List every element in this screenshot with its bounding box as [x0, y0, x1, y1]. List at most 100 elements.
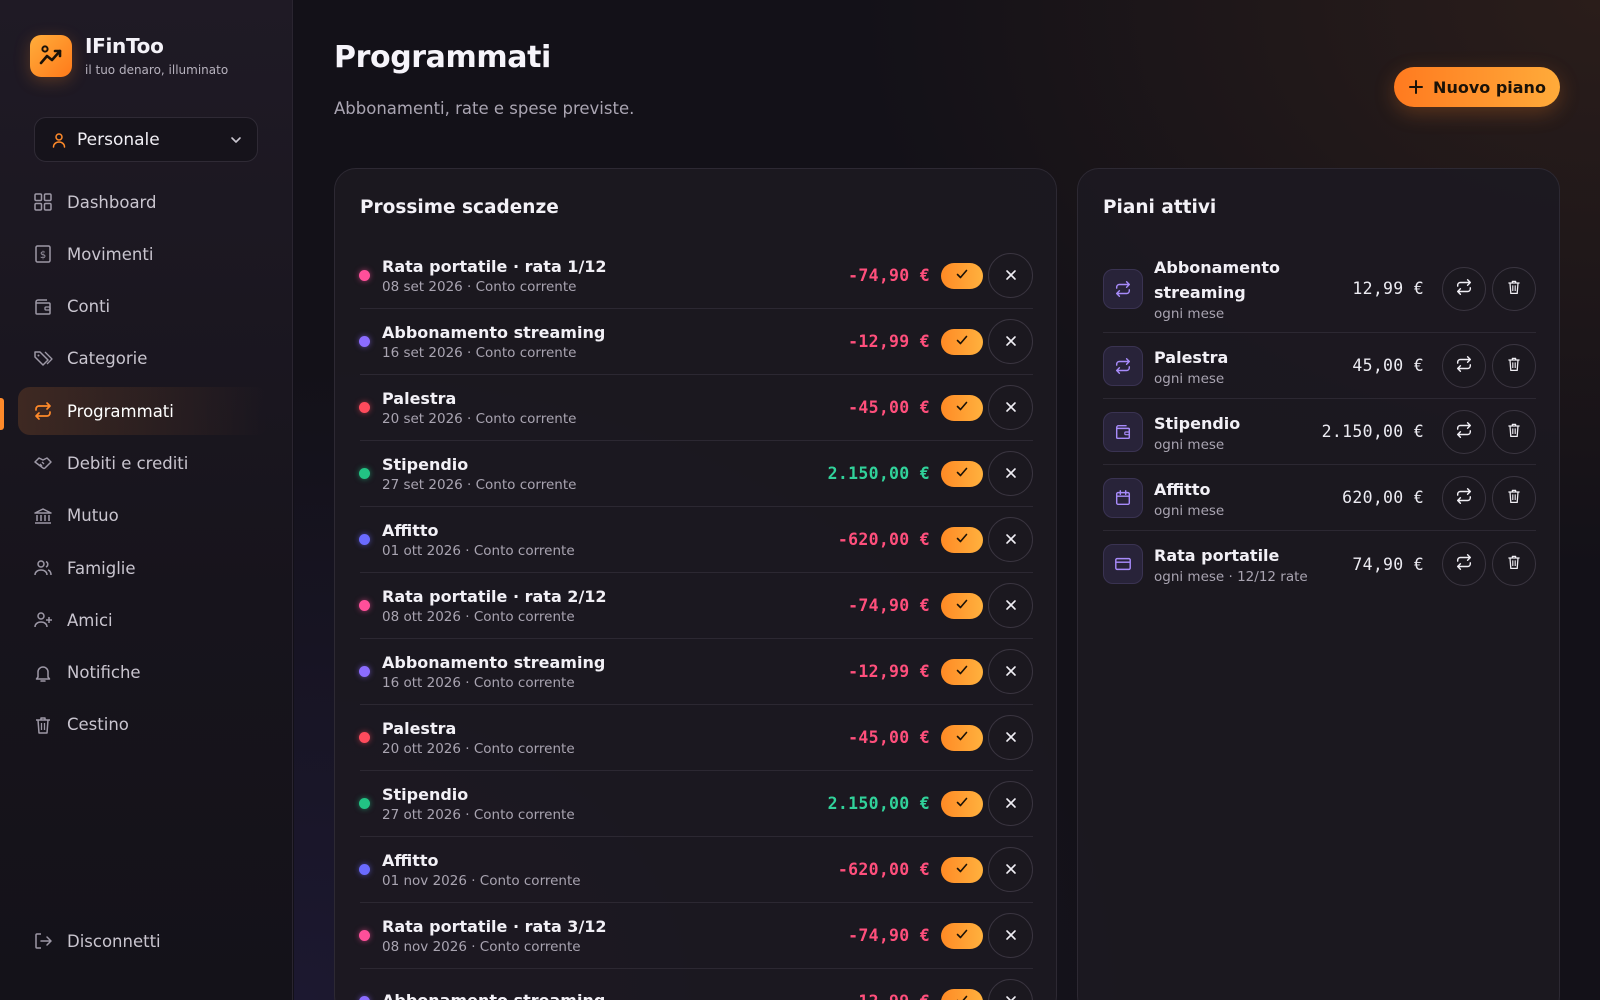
- upcoming-row-title: Affitto: [382, 520, 439, 540]
- new-plan-button[interactable]: Nuovo piano: [1394, 67, 1560, 107]
- tags-icon: [34, 351, 53, 366]
- nav-item-famiglie[interactable]: Famiglie: [18, 544, 268, 592]
- confirm-button[interactable]: [941, 394, 983, 421]
- skip-button[interactable]: [988, 517, 1033, 562]
- generate-now-button[interactable]: [1442, 475, 1486, 520]
- confirm-button[interactable]: [941, 328, 983, 355]
- skip-button[interactable]: [988, 319, 1033, 364]
- repeat-icon: [1455, 278, 1473, 300]
- skip-button[interactable]: [988, 979, 1033, 1000]
- delete-plan-button[interactable]: [1492, 475, 1536, 520]
- bell-icon: [35, 665, 51, 682]
- confirm-button[interactable]: [941, 460, 983, 487]
- trash-icon: [1506, 356, 1522, 376]
- logout-button[interactable]: Disconnetti: [33, 931, 161, 951]
- active-nav-indicator: [0, 398, 4, 430]
- confirm-button[interactable]: [941, 856, 983, 883]
- upcoming-row: Rata portatile · rata 1/12 08 set 2026 · …: [359, 243, 1033, 309]
- upcoming-row-amount: -620,00 €: [837, 860, 930, 879]
- upcoming-row-amount: -45,00 €: [848, 728, 930, 747]
- confirm-button[interactable]: [941, 262, 983, 289]
- skip-button[interactable]: [988, 385, 1033, 430]
- upcoming-row-amount: -74,90 €: [848, 926, 930, 945]
- skip-button[interactable]: [988, 715, 1033, 760]
- generate-now-button[interactable]: [1442, 343, 1486, 388]
- nav-item-amici[interactable]: Amici: [18, 596, 268, 644]
- generate-now-button[interactable]: [1442, 409, 1486, 454]
- sidebar: IFinToo il tuo denaro, illuminato Person…: [0, 0, 293, 1000]
- user-icon: [52, 132, 66, 148]
- skip-button[interactable]: [988, 847, 1033, 892]
- plan-row-amount: 12,99 €: [1352, 279, 1424, 298]
- nav-item-dashboard[interactable]: Dashboard: [18, 178, 268, 226]
- nav-item-programmati[interactable]: Programmati: [18, 387, 268, 436]
- skip-button[interactable]: [988, 451, 1033, 496]
- plan-row-text: Rata portatile ogni mese · 12/12 rate: [1154, 543, 1352, 585]
- skip-button[interactable]: [988, 583, 1033, 628]
- nav-item-label: Notifiche: [67, 663, 141, 683]
- confirm-button[interactable]: [941, 790, 983, 817]
- nav-item-label: Dashboard: [67, 192, 157, 212]
- upcoming-row-meta: 16 ott 2026 · Conto corrente: [382, 674, 575, 691]
- check-icon: [955, 596, 969, 615]
- plan-row-amount: 74,90 €: [1352, 554, 1424, 574]
- nav-item-conti[interactable]: Conti: [18, 283, 268, 331]
- close-icon: [1005, 794, 1017, 813]
- close-icon: [1005, 464, 1017, 483]
- nav-item-notifiche[interactable]: Notifiche: [18, 649, 268, 697]
- plan-row-amount: 45,00 €: [1352, 356, 1424, 375]
- confirm-button[interactable]: [941, 526, 983, 553]
- nav-item-mutuo[interactable]: Mutuo: [18, 492, 268, 540]
- upcoming-row-amount: -45,00 €: [848, 398, 930, 417]
- upcoming-row: Abbonamento streaming 16 ott 2026 · Conto…: [359, 639, 1033, 705]
- upcoming-row-text: Rata portatile · rata 1/12 08 set 2026 · …: [382, 257, 848, 295]
- repeat-icon: [1455, 355, 1473, 377]
- nav-item-categorie[interactable]: Categorie: [18, 335, 268, 383]
- upcoming-row-amount: -12,99 €: [848, 662, 930, 681]
- profile-select[interactable]: Personale: [34, 117, 258, 162]
- repeat-icon: [1455, 487, 1473, 509]
- check-icon: [955, 464, 969, 483]
- upcoming-row-text: Rata portatile · rata 2/12 08 ott 2026 · …: [382, 587, 848, 625]
- upcoming-row-text: Rata portatile · rata 3/12 08 nov 2026 · …: [382, 917, 848, 955]
- close-icon: [1005, 662, 1017, 681]
- confirm-button[interactable]: [941, 922, 983, 949]
- plus-icon: [1409, 80, 1424, 94]
- skip-button[interactable]: [988, 781, 1033, 826]
- upcoming-row-title: Rata portatile · rata 2/12: [382, 586, 607, 606]
- skip-button[interactable]: [988, 253, 1033, 298]
- confirm-button[interactable]: [941, 658, 983, 685]
- chevron-down-icon: [231, 136, 241, 143]
- category-dot: [359, 600, 370, 611]
- upcoming-row-meta: 20 set 2026 · Conto corrente: [382, 410, 577, 427]
- handshake-icon: [34, 457, 52, 470]
- repeat-icon: [35, 402, 51, 421]
- page-title: Programmati: [334, 40, 551, 75]
- delete-plan-button[interactable]: [1492, 542, 1536, 586]
- plan-row-title: Rata portatile: [1154, 546, 1280, 565]
- category-dot: [359, 732, 370, 743]
- generate-now-button[interactable]: [1442, 266, 1486, 311]
- nav-item-label: Cestino: [67, 715, 129, 735]
- delete-plan-button[interactable]: [1492, 409, 1536, 454]
- upcoming-row-amount: -620,00 €: [837, 530, 930, 549]
- main-content: Programmati Abbonamenti, rate e spese pr…: [294, 0, 1600, 1000]
- upcoming-row-amount: -74,90 €: [848, 266, 930, 285]
- confirm-button[interactable]: [941, 724, 983, 751]
- nav-item-debiti-crediti[interactable]: Debiti e crediti: [18, 439, 268, 487]
- nav-item-cestino[interactable]: Cestino: [18, 701, 268, 749]
- skip-button[interactable]: [988, 649, 1033, 694]
- delete-plan-button[interactable]: [1492, 266, 1536, 311]
- confirm-button[interactable]: [941, 988, 983, 1000]
- nav-item-movimenti[interactable]: $ Movimenti: [18, 230, 268, 278]
- plan-row-meta: ogni mese · 12/12 rate: [1154, 569, 1308, 585]
- plan-row-text: Affitto ogni mese: [1154, 477, 1342, 519]
- delete-plan-button[interactable]: [1492, 343, 1536, 388]
- plan-row-meta: ogni mese: [1154, 436, 1225, 453]
- brand[interactable]: IFinToo il tuo denaro, illuminato: [30, 34, 228, 77]
- upcoming-row-amount: -12,99 €: [848, 332, 930, 351]
- confirm-button[interactable]: [941, 592, 983, 619]
- generate-now-button[interactable]: [1442, 542, 1486, 586]
- skip-button[interactable]: [988, 913, 1033, 958]
- nav-item-label: Debiti e crediti: [67, 453, 189, 473]
